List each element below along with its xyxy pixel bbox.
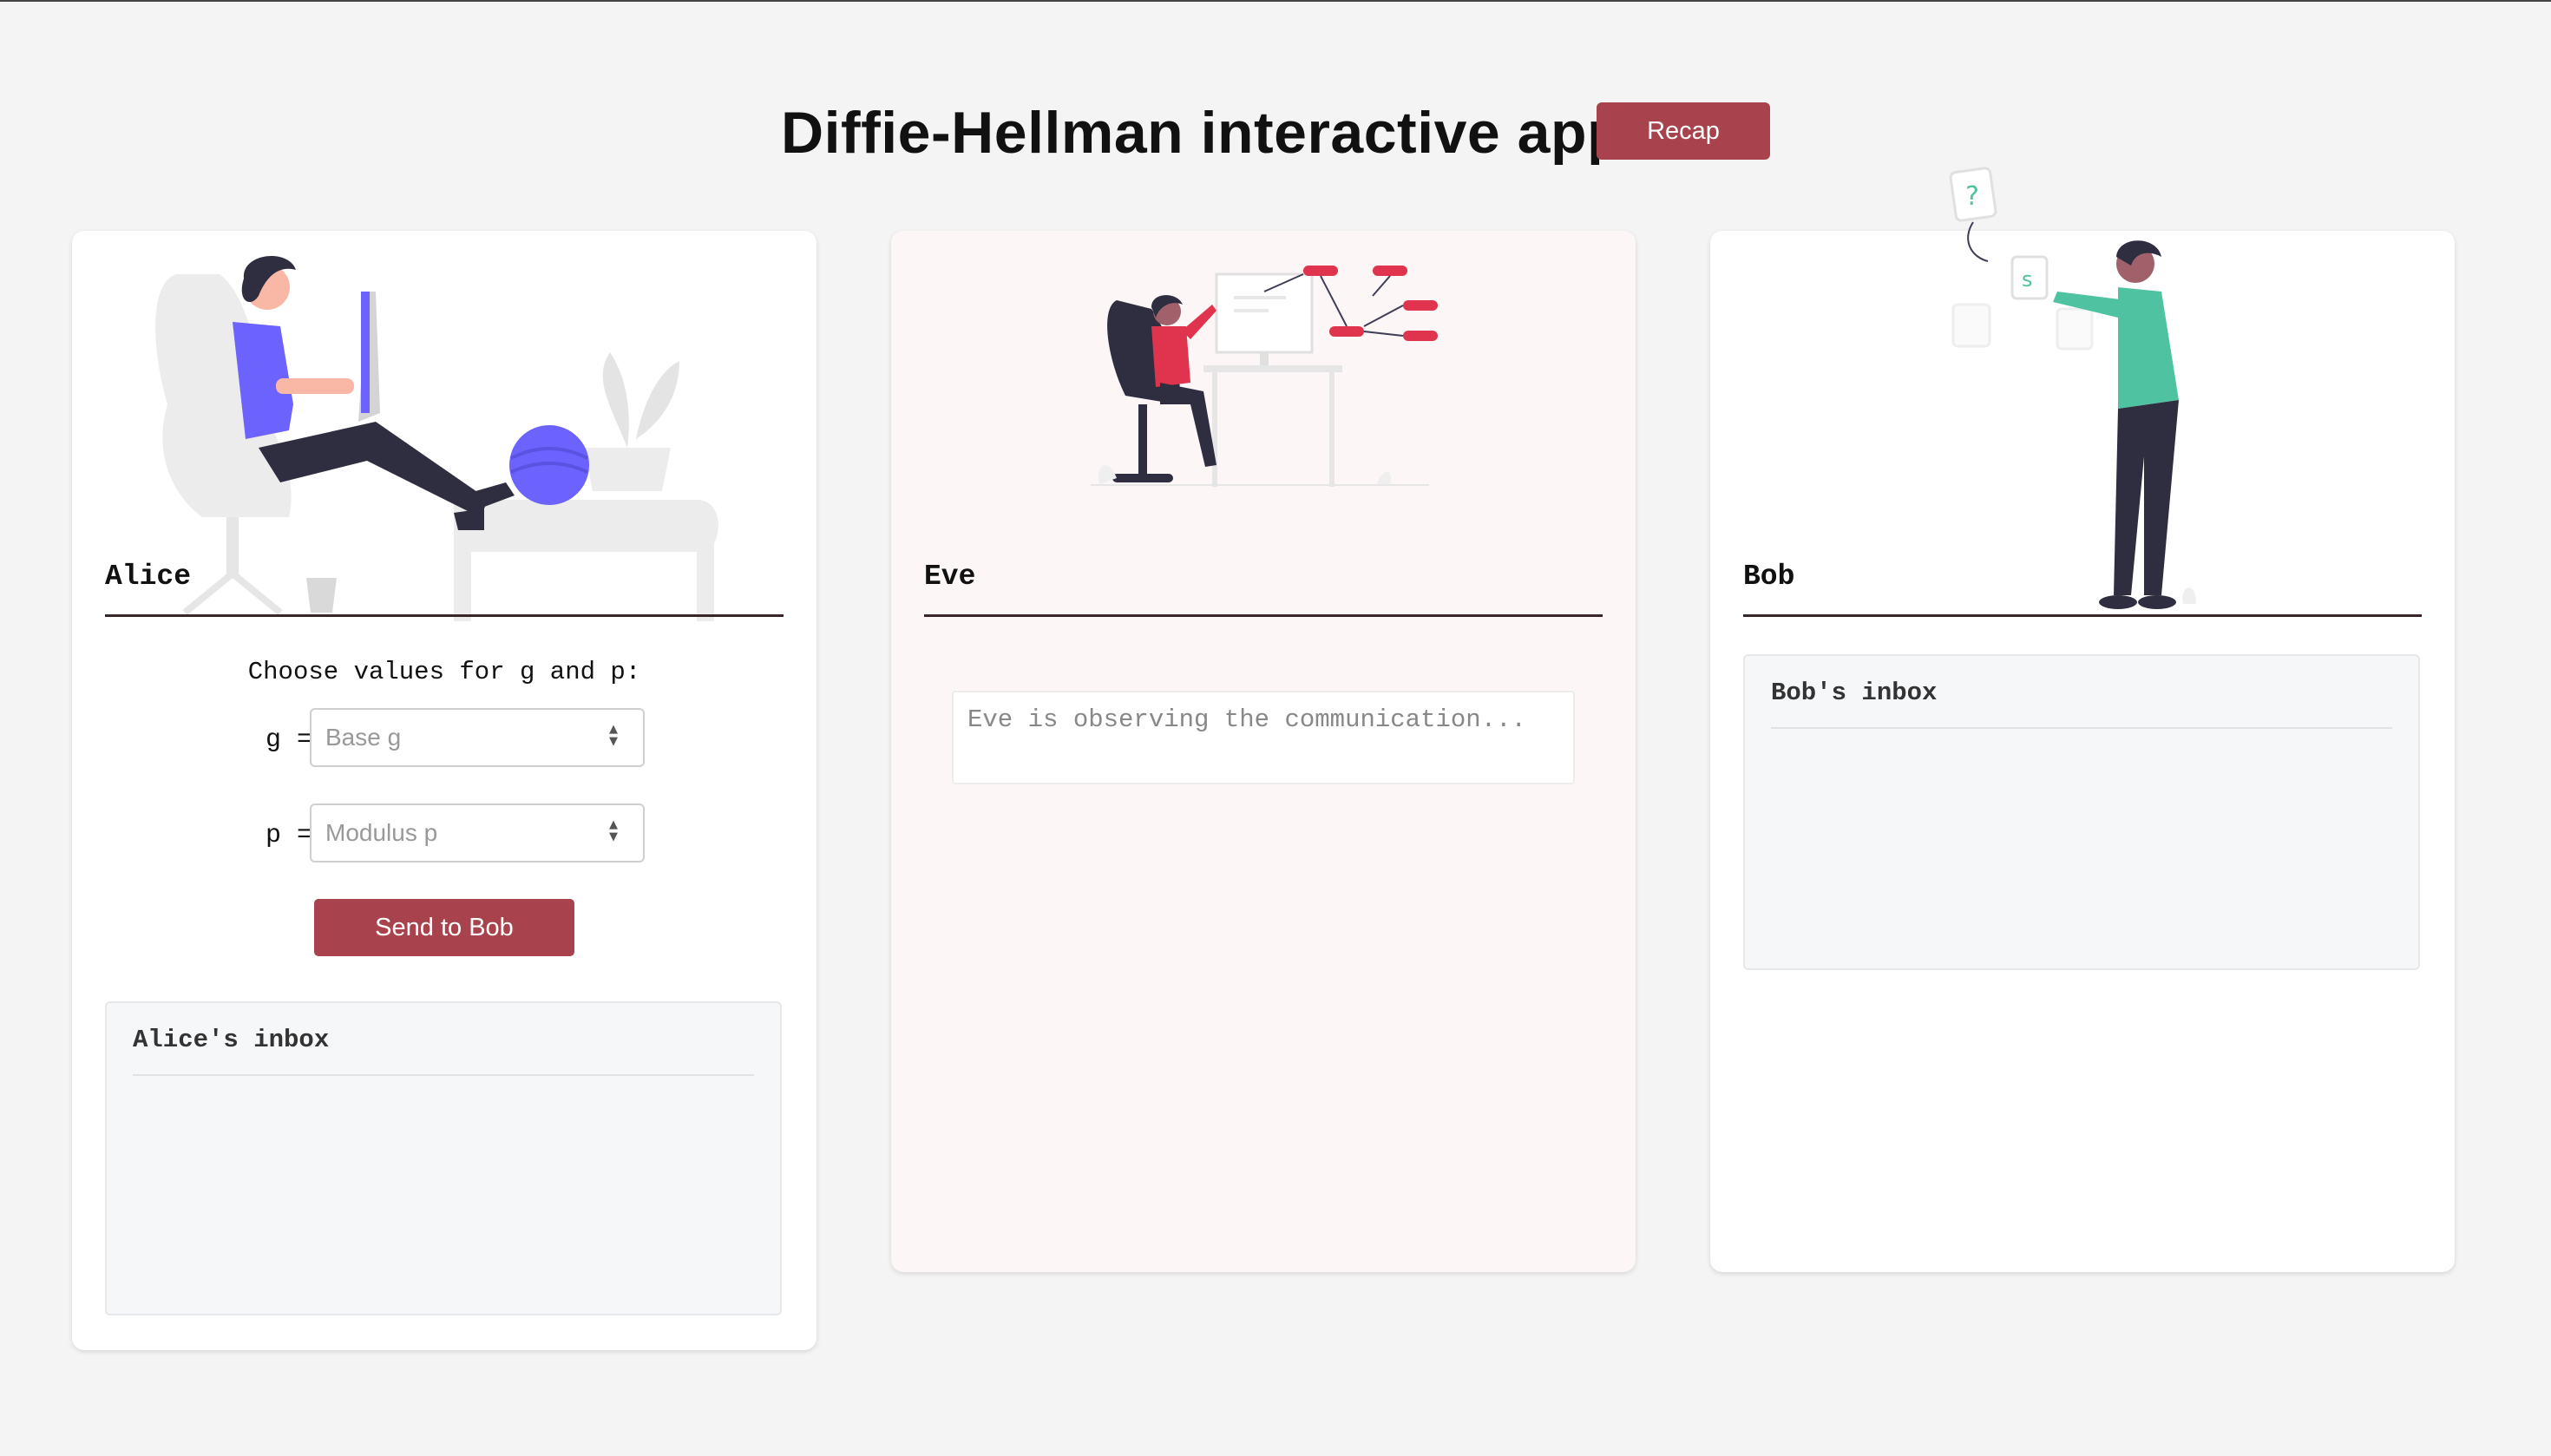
page-title: Diffie-Hellman interactive app bbox=[781, 100, 1624, 166]
g-spinner-icon[interactable]: ▲ ▼ bbox=[605, 724, 622, 750]
alice-card: Alice Choose values for g and p: g = ▲▼ … bbox=[72, 231, 816, 1350]
app-header: Diffie-Hellman interactive app Recap bbox=[0, 94, 2551, 172]
bob-inbox-divider bbox=[1771, 727, 2392, 729]
send-to-bob-button[interactable]: Send to Bob bbox=[314, 899, 574, 956]
alice-divider bbox=[105, 614, 784, 617]
bob-inbox-title: Bob's inbox bbox=[1771, 679, 1938, 707]
node bbox=[1373, 266, 1407, 276]
svg-text:?: ? bbox=[1965, 181, 1979, 212]
alice-inbox-divider bbox=[133, 1074, 754, 1076]
eve-name: Eve bbox=[924, 561, 976, 593]
bob-divider bbox=[1743, 614, 2422, 617]
alice-inbox-title: Alice's inbox bbox=[133, 1026, 330, 1054]
eve-card: Eve Eve is observing the communication..… bbox=[891, 231, 1636, 1272]
key-card-icon: s bbox=[2010, 255, 2049, 300]
desk bbox=[1203, 365, 1342, 372]
p-spinner-icon[interactable]: ▲ ▼ bbox=[605, 819, 622, 845]
alice-prompt: Choose values for g and p: bbox=[247, 658, 641, 686]
eve-legs bbox=[1160, 383, 1216, 467]
eve-status-box: Eve is observing the communication... bbox=[952, 691, 1575, 784]
eve-illustration bbox=[1091, 266, 1438, 487]
bob-inbox: Bob's inbox bbox=[1743, 654, 2420, 970]
modulus-p-input[interactable] bbox=[310, 803, 645, 862]
node bbox=[1403, 300, 1438, 311]
alice-name: Alice bbox=[105, 561, 192, 593]
plant-leaves bbox=[602, 352, 679, 448]
monitor bbox=[1215, 272, 1314, 354]
bob-illustration: ? s bbox=[1949, 167, 2196, 609]
node bbox=[1329, 326, 1364, 337]
bob-legs bbox=[2114, 400, 2179, 595]
base-g-input[interactable] bbox=[310, 708, 645, 767]
eve-torso bbox=[1151, 326, 1190, 387]
eve-divider bbox=[924, 614, 1603, 617]
alice-inbox: Alice's inbox bbox=[105, 1001, 782, 1315]
chair-legs bbox=[182, 568, 283, 616]
cup bbox=[306, 578, 337, 613]
bob-card: ? s Bob Bob's inbox bbox=[1710, 167, 2455, 1272]
svg-text:s: s bbox=[2022, 267, 2033, 292]
bob-torso bbox=[2118, 287, 2179, 409]
question-card-icon: ? bbox=[1949, 167, 1997, 222]
node bbox=[1403, 331, 1438, 341]
side-table bbox=[454, 500, 718, 621]
alice-legs bbox=[259, 422, 489, 517]
recap-button[interactable]: Recap bbox=[1597, 102, 1770, 160]
bob-name: Bob bbox=[1743, 561, 1795, 593]
node bbox=[1303, 266, 1338, 276]
plant-pot bbox=[584, 448, 671, 491]
chair-stem bbox=[226, 517, 239, 578]
